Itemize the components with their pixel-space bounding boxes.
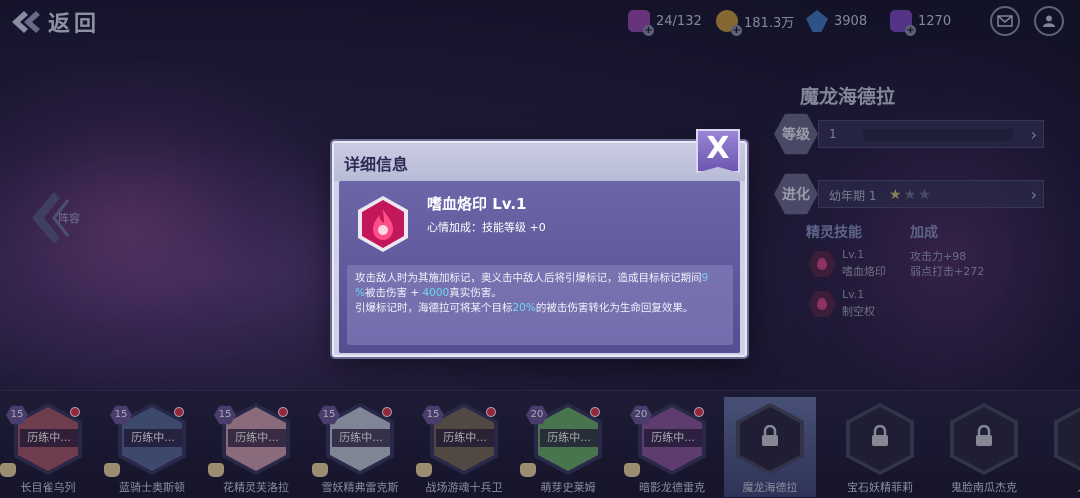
skill-name: 嗜血烙印 Lv.1: [427, 195, 527, 213]
desc-highlight: 20%: [512, 302, 536, 314]
blood-mark-icon: [357, 195, 409, 253]
desc-highlight: 9: [701, 272, 709, 284]
desc-text: 真实伤害。: [449, 287, 502, 299]
desc-text: 被击伤害 +: [364, 287, 423, 299]
dialog-header: 详细信息: [334, 143, 745, 181]
close-icon: X: [706, 131, 730, 166]
skill-mood-bonus: 心情加成：技能等级 +0: [427, 221, 546, 234]
desc-text: 引爆标记时，海德拉可将某个目标: [355, 302, 513, 314]
dialog-body: 嗜血烙印 Lv.1 心情加成：技能等级 +0 攻击敌人时为其施加标记，奥义击中敌…: [339, 181, 740, 353]
dialog-title: 详细信息: [344, 155, 409, 174]
close-button[interactable]: X: [696, 129, 740, 173]
desc-highlight: %: [355, 287, 365, 299]
desc-text: 攻击敌人时为其施加标记，奥义击中敌人后将引爆标记，造成目标标记期间: [355, 272, 702, 284]
skill-description: 攻击敌人时为其施加标记，奥义击中敌人后将引爆标记，造成目标标记期间9 %被击伤害…: [347, 265, 733, 345]
detail-dialog: 详细信息 嗜血烙印 Lv.1 心情加成：技能等级 +0 攻击敌人时为其施加标记，…: [332, 141, 747, 357]
desc-highlight: 4000: [422, 287, 450, 299]
desc-text: 的被击伤害转化为生命回复效果。: [535, 302, 694, 314]
